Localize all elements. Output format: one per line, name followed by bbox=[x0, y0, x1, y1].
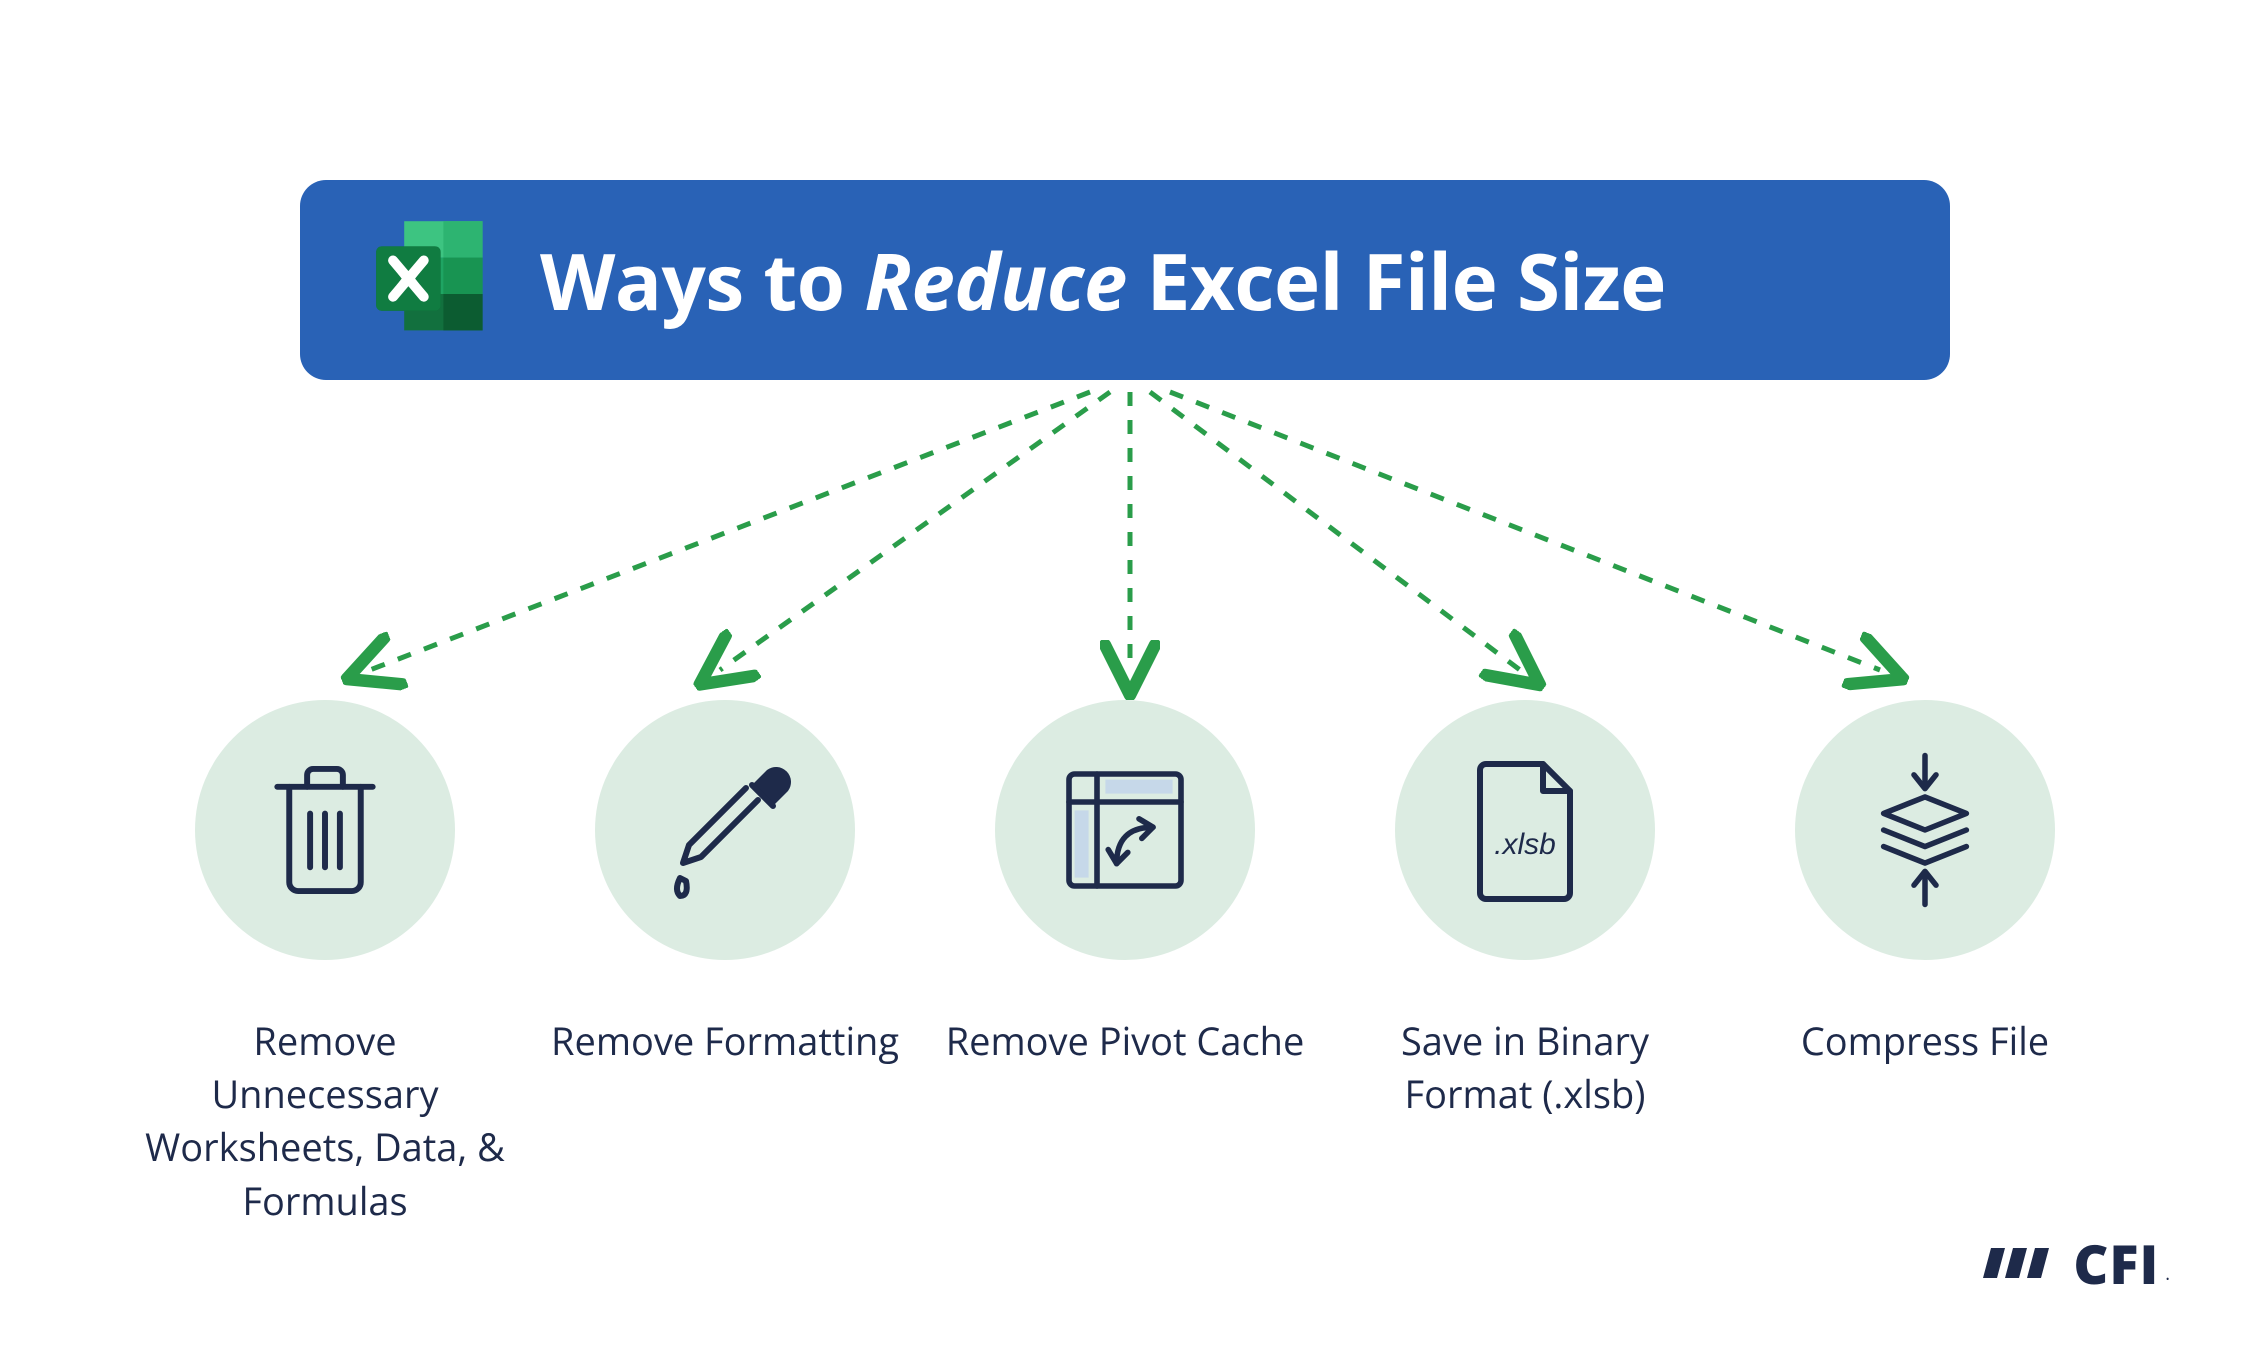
title-suffix: Excel File Size bbox=[1127, 227, 1666, 333]
xlsb-text: .xlsb bbox=[1494, 828, 1556, 861]
pivot-icon bbox=[1055, 760, 1195, 900]
method-circle bbox=[995, 700, 1255, 960]
brand-logo: CFI . bbox=[1983, 1226, 2170, 1300]
method-label: Save in Binary Format (.xlsb) bbox=[1335, 1015, 1715, 1121]
method-circle bbox=[195, 700, 455, 960]
title-bar: Ways to Reduce Excel File Size bbox=[300, 180, 1950, 380]
page-title: Ways to Reduce Excel File Size bbox=[540, 227, 1666, 333]
trash-icon bbox=[265, 760, 385, 900]
method-circle bbox=[595, 700, 855, 960]
method-label: Remove Formatting bbox=[535, 1015, 915, 1068]
method-label: Remove Unnecessary Worksheets, Data, & F… bbox=[135, 1015, 515, 1228]
method-circle: .xlsb bbox=[1395, 700, 1655, 960]
method-save-xlsb: .xlsb Save in Binary Format (.xlsb) bbox=[1350, 700, 1700, 1228]
brand-name: CFI bbox=[2073, 1226, 2159, 1300]
method-circle bbox=[1795, 700, 2055, 960]
brand-bars-icon bbox=[1983, 1236, 2061, 1290]
brand-tm: . bbox=[2165, 1262, 2170, 1286]
excel-icon bbox=[360, 205, 510, 355]
method-label: Compress File bbox=[1735, 1015, 2115, 1068]
method-remove-pivot-cache: Remove Pivot Cache bbox=[950, 700, 1300, 1228]
method-remove-worksheets: Remove Unnecessary Worksheets, Data, & F… bbox=[150, 700, 500, 1228]
method-label: Remove Pivot Cache bbox=[935, 1015, 1315, 1068]
xlsb-file-icon: .xlsb bbox=[1465, 755, 1585, 905]
title-emphasis: Reduce bbox=[864, 227, 1127, 333]
methods-row: Remove Unnecessary Worksheets, Data, & F… bbox=[150, 700, 2100, 1228]
eyedropper-icon bbox=[650, 755, 800, 905]
method-remove-formatting: Remove Formatting bbox=[550, 700, 900, 1228]
method-compress-file: Compress File bbox=[1750, 700, 2100, 1228]
title-prefix: Ways to bbox=[540, 227, 864, 333]
compress-icon bbox=[1855, 750, 1995, 910]
